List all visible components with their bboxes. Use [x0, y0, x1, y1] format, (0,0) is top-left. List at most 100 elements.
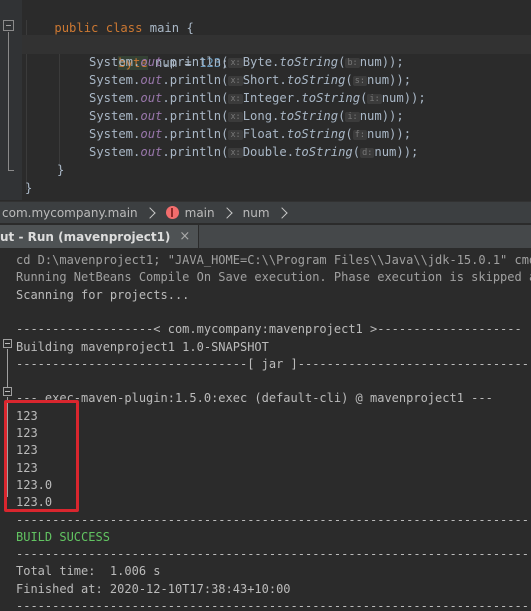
output-line: Scanning for projects...: [16, 287, 190, 302]
annotation-highlight-box: [4, 400, 79, 512]
fold-collapse-icon[interactable]: [3, 339, 12, 348]
parameter-hint: b:: [345, 58, 360, 68]
chevron-right-icon: [220, 206, 233, 219]
output-line: Finished at: 2020-12-10T17:38:43+10:00: [16, 581, 291, 596]
parameter-hint: i:: [345, 112, 360, 122]
output-line: --------------------------------[ jar ]-…: [16, 356, 531, 371]
parameter-hint: x:: [228, 148, 243, 158]
parameter-hint: i:: [367, 94, 382, 104]
tab-label: ut - Run (mavenproject1): [0, 229, 171, 244]
code-line-byte-decl: byte num = 123;: [89, 35, 228, 70]
parameter-hint: s:: [352, 76, 368, 86]
code-text: num));: [374, 145, 419, 159]
code-text: .println(: [162, 145, 229, 159]
code-text: System.: [89, 55, 141, 69]
class-name: Long: [242, 109, 273, 123]
method-name: toString: [294, 145, 353, 159]
parameter-hint: d:: [360, 148, 375, 158]
output-line: -------------------< com.mycompany:maven…: [16, 322, 522, 337]
fold-collapse-icon[interactable]: [3, 20, 14, 31]
breadcrumb-item-variable[interactable]: num: [241, 206, 296, 220]
fold-guide-line: [7, 349, 8, 387]
output-line: --- exec-maven-plugin:1.5.0:exec (defaul…: [16, 391, 493, 406]
chevron-right-icon: [275, 206, 288, 219]
code-text: (: [352, 145, 361, 159]
build-status: BUILD SUCCESS: [16, 529, 110, 544]
output-line: Total time: 1.006 s: [16, 564, 161, 579]
code-line-println: System.out.println(x: Double.toString(d: n…: [89, 143, 418, 162]
code-text: (: [345, 127, 353, 141]
output-line: ----------------------------------------…: [16, 547, 531, 562]
code-text: (: [345, 73, 353, 87]
code-line-println: System.out.println(x: Short.toString(s: nu…: [89, 71, 411, 90]
breadcrumb-item-method[interactable]: main: [164, 206, 241, 220]
parameter-hint: f:: [352, 130, 368, 140]
class-name: Integer: [242, 91, 295, 105]
method-icon: [165, 206, 179, 219]
parameter-hint: x:: [228, 130, 243, 140]
parameter-hint: x:: [228, 94, 243, 104]
output-tab-bar: ut - Run (mavenproject1) ×: [0, 224, 531, 248]
method-name: toString: [279, 109, 339, 123]
breadcrumb-label: main: [184, 205, 215, 220]
code-text: num));: [367, 73, 412, 87]
output-line: ----------------------------------------…: [16, 599, 531, 611]
code-text: System.: [89, 127, 141, 141]
fold-end-marker: [8, 170, 14, 171]
static-field: out: [140, 55, 163, 69]
close-icon[interactable]: ×: [179, 229, 190, 244]
fold-guide-line: [8, 32, 9, 170]
tab-output-run[interactable]: ut - Run (mavenproject1) ×: [0, 225, 200, 248]
code-text: System.: [89, 91, 141, 105]
code-line-close-class: }: [25, 181, 33, 195]
static-field: out: [140, 91, 163, 105]
method-name: toString: [279, 55, 339, 69]
code-text: .: [279, 73, 287, 87]
class-name: Double: [242, 145, 287, 159]
code-text: .println(: [162, 55, 229, 69]
output-line: ----------------------------------------…: [16, 512, 531, 527]
parameter-hint: x:: [228, 76, 243, 86]
static-field: out: [140, 127, 163, 141]
class-name: Short: [242, 73, 280, 87]
static-field: out: [140, 145, 163, 159]
code-line-main-decl: public static void main(String[] args) {: [57, 17, 380, 52]
code-text: num));: [359, 109, 404, 123]
breadcrumb-item-class[interactable]: com.mycompany.main: [0, 206, 164, 220]
code-text: .println(: [162, 73, 229, 87]
static-field: out: [140, 109, 163, 123]
parameter-hint: x:: [228, 58, 243, 68]
parameter-hint: x:: [228, 112, 243, 122]
static-field: out: [140, 73, 163, 87]
method-name: toString: [286, 73, 346, 87]
output-console[interactable]: cd D:\mavenproject1; "JAVA_HOME=C:\\Prog…: [0, 249, 531, 611]
code-editor[interactable]: public class main { public static void m…: [0, 0, 531, 200]
output-line: Running NetBeans Compile On Save executi…: [16, 270, 531, 285]
breadcrumb-label: num: [242, 205, 270, 220]
breadcrumb-label: com.mycompany.main: [2, 205, 138, 220]
code-text: .: [279, 127, 287, 141]
code-text: System.: [89, 109, 141, 123]
code-text: num));: [381, 91, 426, 105]
breadcrumb: com.mycompany.main main num: [0, 201, 531, 223]
chevron-right-icon: [143, 206, 156, 219]
code-line-println: System.out.println(x: Byte.toString(b: num…: [89, 53, 404, 72]
fold-collapse-icon[interactable]: [3, 387, 12, 396]
output-line: Building mavenproject1 1.0-SNAPSHOT: [16, 339, 269, 354]
code-text: num));: [367, 127, 412, 141]
code-text: System.: [89, 145, 141, 159]
code-text: System.: [89, 73, 141, 87]
code-text: num));: [359, 55, 404, 69]
code-line-close-method: }: [57, 163, 65, 177]
code-text: .println(: [162, 91, 229, 105]
code-line-println: System.out.println(x: Long.toString(i: num…: [89, 107, 404, 126]
code-line-println: System.out.println(x: Float.toString(f: nu…: [89, 125, 411, 144]
code-text: .: [286, 145, 295, 159]
output-line: cd D:\mavenproject1; "JAVA_HOME=C:\\Prog…: [16, 253, 531, 267]
code-text: .println(: [162, 127, 229, 141]
class-name: Byte: [242, 55, 273, 69]
method-name: toString: [301, 91, 361, 105]
method-name: toString: [286, 127, 346, 141]
code-text: .println(: [162, 109, 229, 123]
code-line-println: System.out.println(x: Integer.toString(i:…: [89, 89, 426, 108]
